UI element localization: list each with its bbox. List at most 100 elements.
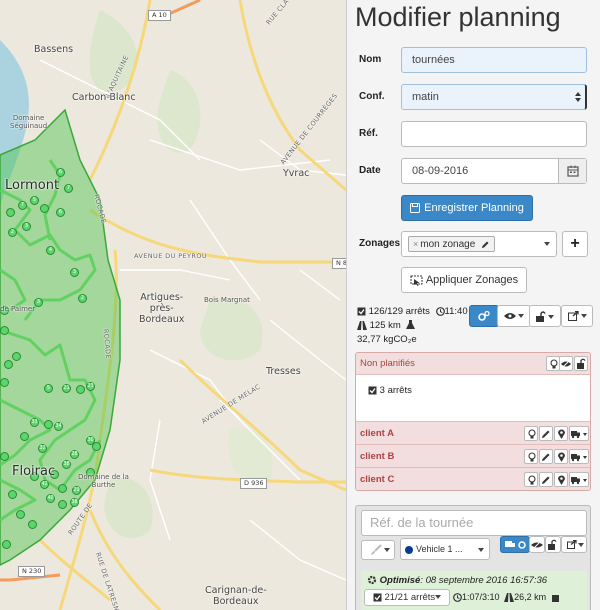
apply-zonages-label: Appliquer Zonages (425, 274, 519, 286)
client-move-dropdown[interactable] (569, 426, 589, 441)
paintbrush-icon (371, 544, 382, 555)
conf-label: Conf. (359, 91, 385, 102)
tour-optimize-button[interactable] (500, 536, 530, 553)
unplanned-eye-button[interactable] (559, 356, 573, 371)
vehicle-select[interactable]: Vehicle 1 ... (400, 538, 490, 560)
remove-tag-icon[interactable]: × (413, 239, 418, 249)
eye-slash-icon (561, 359, 571, 369)
zonages-label: Zonages (359, 238, 401, 249)
tour-stops: 21/21 arrêts (384, 592, 436, 603)
client-row[interactable]: client B (356, 444, 590, 467)
tour-optimized-label: Optimisé (379, 575, 421, 586)
tour-time: 1:07/3:10 (462, 592, 500, 602)
gears-icon (478, 310, 490, 321)
floppy-icon (410, 203, 421, 214)
checkbox-checked-icon[interactable] (368, 386, 377, 395)
client-edit-button[interactable] (539, 472, 553, 487)
client-name: client A (360, 428, 394, 439)
client-name: client C (360, 474, 395, 485)
tour-stats: 1:07/3:10 26,2 km (453, 592, 560, 603)
nom-input[interactable]: tournées (401, 47, 587, 73)
save-planning-button[interactable]: Enregistrer Planning (401, 195, 533, 221)
conf-select[interactable]: matin (401, 84, 587, 110)
chevron-down-icon (578, 542, 584, 547)
unlock-icon (577, 358, 586, 369)
pencil-icon (542, 476, 550, 484)
chevron-down-icon (478, 548, 484, 552)
tour-ref-input[interactable]: Réf. de la tournée (361, 510, 587, 536)
client-lightbulb-button[interactable] (524, 472, 538, 487)
apply-zone-icon (410, 275, 423, 286)
eye-slash-icon (531, 540, 543, 550)
lightbulb-icon (527, 475, 536, 485)
unplanned-title: Non planifiés (360, 358, 415, 369)
zonage-tag-label: mon zonage (420, 239, 476, 250)
nom-value: tournées (412, 54, 455, 66)
client-lightbulb-button[interactable] (524, 426, 538, 441)
add-zonage-button[interactable]: + (562, 231, 588, 257)
page-title: Modifier planning (355, 2, 561, 32)
visibility-dropdown[interactable] (497, 305, 531, 327)
zonage-tag[interactable]: × mon zonage (408, 236, 496, 252)
chevron-down-icon (548, 314, 554, 319)
tour-color-dropdown[interactable] (361, 540, 395, 560)
unplanned-lightbulb-button[interactable] (546, 356, 560, 371)
client-row[interactable]: client C (356, 467, 590, 490)
road-icon (504, 593, 515, 603)
lightbulb-icon (527, 429, 536, 439)
clock-icon (435, 307, 445, 316)
planning-panel: Modifier planning Nom tournées Conf. mat… (346, 0, 600, 610)
tour-stops-dropdown[interactable]: 21/21 arrêts (364, 589, 450, 606)
export-icon (567, 540, 577, 549)
export-icon (568, 311, 579, 321)
tour-export-dropdown[interactable] (561, 536, 587, 553)
gear-icon (367, 576, 377, 585)
client-edit-button[interactable] (539, 449, 553, 464)
stats-stops: 126/129 arrêts (368, 306, 430, 317)
client-lightbulb-button[interactable] (524, 449, 538, 464)
client-locate-button[interactable] (554, 449, 568, 464)
date-value: 08-09-2016 (412, 165, 469, 177)
client-locate-button[interactable] (554, 426, 568, 441)
truck-icon (571, 477, 587, 485)
eye-icon (504, 313, 516, 319)
client-row[interactable]: client A (356, 421, 590, 444)
stats-co2: 32,77 kgCO₂e (357, 334, 417, 345)
stats-line-2: 125 km (357, 320, 416, 331)
export-dropdown[interactable] (561, 305, 593, 327)
date-input[interactable]: 08-09-2016 (401, 158, 587, 184)
chevron-down-icon (518, 314, 524, 318)
optimize-button[interactable] (469, 305, 499, 327)
tour-eye-button[interactable] (529, 536, 545, 553)
apply-zonages-button[interactable]: Appliquer Zonages (401, 267, 527, 293)
client-list: client A client B client C (356, 421, 590, 490)
pencil-icon[interactable] (481, 240, 490, 249)
client-move-dropdown[interactable] (569, 472, 589, 487)
truck-gear-icon (505, 541, 526, 549)
tour-summary: Optimisé: 08 septembre 2016 16:57:36 21/… (361, 571, 587, 610)
chevron-down-icon[interactable] (544, 242, 550, 246)
vehicle-name: Vehicle 1 ... (416, 544, 463, 554)
calendar-icon (567, 165, 579, 177)
ref-label: Réf. (359, 128, 378, 139)
pencil-icon (542, 453, 550, 461)
lock-dropdown[interactable] (529, 305, 561, 327)
unlock-icon (536, 311, 546, 322)
select-arrows-icon (575, 89, 581, 105)
stats-distance: 125 km (369, 320, 401, 331)
truck-icon (571, 431, 587, 439)
client-move-dropdown[interactable] (569, 449, 589, 464)
ref-input[interactable] (401, 121, 587, 147)
client-edit-button[interactable] (539, 426, 553, 441)
client-locate-button[interactable] (554, 472, 568, 487)
flask-icon (551, 594, 559, 602)
unplanned-lock-button[interactable] (574, 356, 588, 371)
map-marker-icon (557, 475, 565, 485)
pencil-icon (542, 430, 550, 438)
tour-lock-button[interactable] (545, 536, 561, 553)
map-marker-icon (557, 452, 565, 462)
zonages-select[interactable]: × mon zonage (401, 231, 557, 257)
chevron-down-icon (581, 314, 587, 318)
road-icon (357, 320, 367, 330)
calendar-button[interactable] (558, 159, 586, 183)
